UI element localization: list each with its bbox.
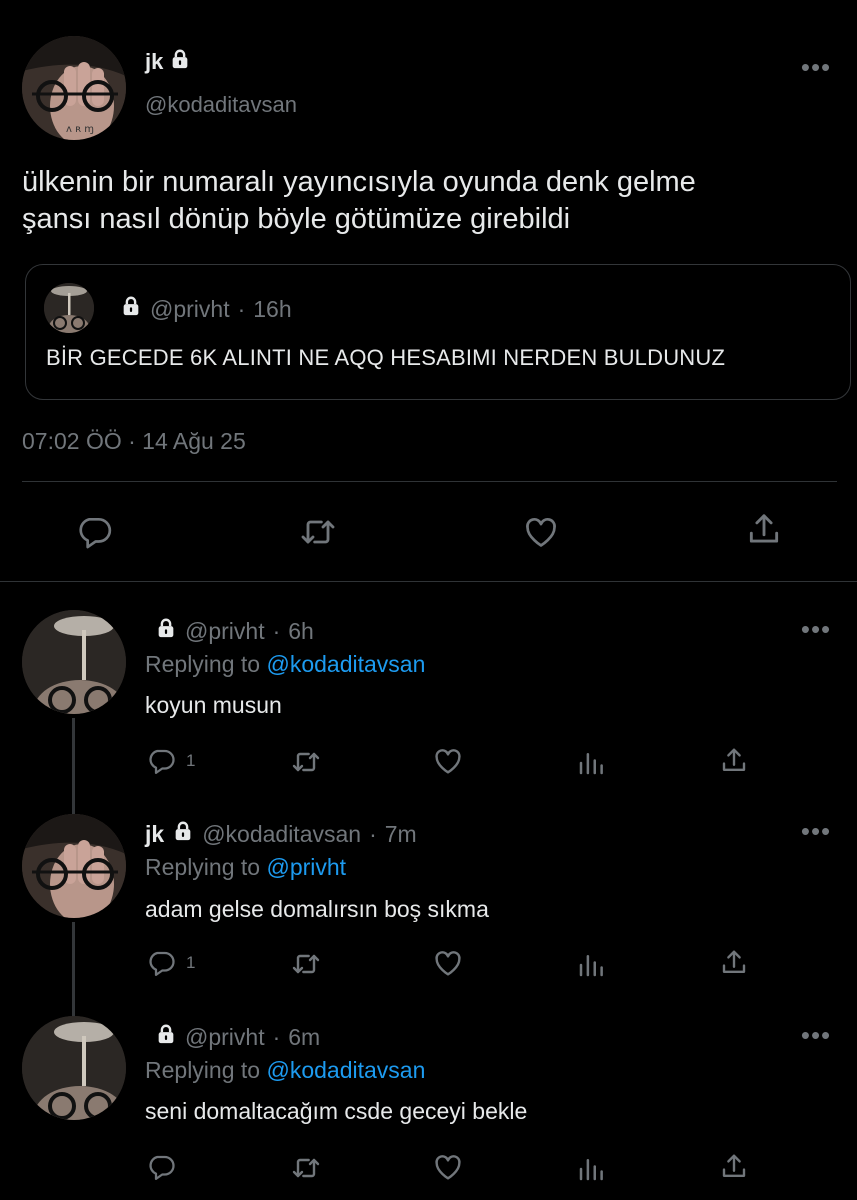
svg-text:ʌ ʀ ɱ: ʌ ʀ ɱ [66,124,94,135]
separator: · [369,820,377,847]
lock-icon [120,295,142,323]
reply-icon[interactable] [72,510,116,554]
main-tweet-text: ülkenin bir numaralı yayıncısıyla oyunda… [22,164,696,238]
reply-time: 7m [384,820,417,847]
main-avatar[interactable]: ʌ ʀ ɱ [22,36,126,140]
replying-to-label: Replying to [145,651,261,677]
reply-avatar[interactable] [22,814,126,918]
more-icon[interactable]: ••• [800,54,832,80]
replying-to-label: Replying to [145,854,261,880]
replying-to-label: Replying to [145,1057,261,1083]
reply-time: 6m [288,1023,321,1050]
replying-to-link[interactable]: @kodaditavsan [266,1057,425,1083]
reply-handle[interactable]: @kodaditavsan [202,821,361,848]
more-icon[interactable]: ••• [800,616,832,642]
main-tweet-text-line2: şansı nasıl dönüp böyle götümüze girebil… [22,203,571,235]
quoted-handle[interactable]: @privht [150,296,230,323]
reply-time: 6h [288,617,314,644]
thread-line [72,718,75,814]
quoted-avatar [44,283,94,333]
reply-text: adam gelse domalırsın boş sıkma [145,896,489,922]
like-icon[interactable] [431,744,465,778]
main-timestamp[interactable]: 07:02 ÖÖ · 14 Ağu 25 [22,428,246,455]
views-icon[interactable] [574,1152,608,1186]
reply-icon[interactable] [144,1150,178,1184]
reply-handle[interactable]: @privht [185,1024,265,1051]
like-icon[interactable] [431,1150,465,1184]
reply-avatar[interactable] [22,610,126,714]
separator: · [272,617,281,644]
share-icon[interactable] [717,946,751,980]
lock-icon [155,1023,177,1051]
retweet-icon[interactable] [288,744,324,780]
reply-icon[interactable] [144,744,178,778]
reply-text: seni domaltacağım csde geceyi bekle [145,1098,528,1124]
share-icon[interactable] [717,1150,751,1184]
main-display-name[interactable]: jk [145,49,163,75]
lock-icon [155,617,177,645]
thread-line [72,922,75,1018]
reply-count: 1 [186,751,196,770]
separator: · [272,1023,281,1050]
more-icon[interactable]: ••• [800,1022,832,1048]
replying-to-link[interactable]: @kodaditavsan [266,651,425,677]
reply-display-name[interactable]: jk [145,821,164,848]
main-handle[interactable]: @kodaditavsan [145,92,297,118]
retweet-icon[interactable] [288,1150,324,1186]
views-icon[interactable] [574,746,608,780]
retweet-icon[interactable] [288,946,324,982]
like-icon[interactable] [519,510,563,554]
share-icon[interactable] [742,508,786,552]
reply-text: koyun musun [145,692,282,718]
reply-icon[interactable] [144,946,178,980]
replying-to-link[interactable]: @privht [266,854,346,880]
retweet-icon[interactable] [296,510,340,554]
quoted-separator: · [237,295,246,322]
quoted-text: BİR GECEDE 6K ALINTI NE AQQ HESABIMI NER… [46,345,726,370]
main-tweet-text-line1: ülkenin bir numaralı yayıncısıyla oyunda… [22,166,696,198]
quoted-time: 16h [253,295,292,322]
divider [0,581,857,582]
like-icon[interactable] [431,946,465,980]
views-icon[interactable] [574,948,608,982]
reply-handle[interactable]: @privht [185,618,265,645]
more-icon[interactable]: ••• [800,818,832,844]
share-icon[interactable] [717,744,751,778]
lock-icon [172,820,194,848]
quoted-tweet-card[interactable]: @privht · 16h BİR GECEDE 6K ALINTI NE AQ… [25,264,851,400]
reply-avatar[interactable] [22,1016,126,1120]
lock-icon [169,48,191,76]
divider [22,481,837,482]
reply-count: 1 [186,953,196,972]
